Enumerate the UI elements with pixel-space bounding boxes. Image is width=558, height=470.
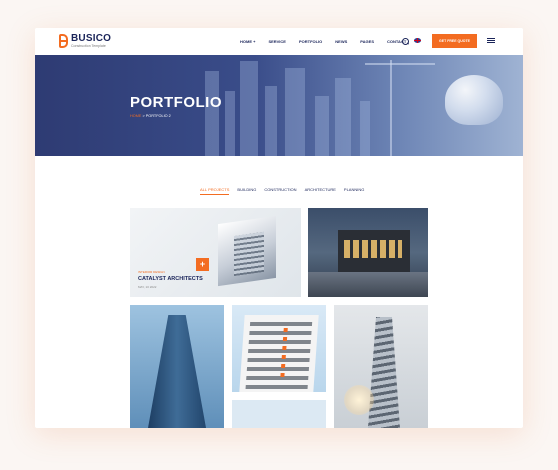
filter-tab-building[interactable]: BUILDING (237, 187, 256, 195)
logo-b-icon (59, 34, 68, 48)
portfolio-item-modern-house[interactable] (308, 208, 428, 297)
banner-crane (390, 60, 392, 156)
breadcrumb-separator: > (142, 114, 145, 118)
search-icon[interactable] (402, 38, 409, 45)
nav-item-service[interactable]: SERVICE (268, 39, 286, 44)
banner-skyline-building (285, 68, 305, 156)
page-banner: PORTFOLIO HOME > PORTFOLIO 2 (35, 55, 523, 156)
page-card: BUSICO Construction Template HOME + SERV… (35, 28, 523, 428)
portfolio-item-white-building[interactable] (232, 305, 326, 392)
filter-tab-architecture[interactable]: ARCHITECTURE (305, 187, 336, 195)
logo-tagline: Construction Template (71, 44, 106, 48)
portfolio-item-glass-tower[interactable] (130, 305, 224, 428)
nav-item-home[interactable]: HOME + (240, 39, 255, 44)
banner-helmet-image (445, 75, 503, 125)
plus-icon[interactable]: + (196, 258, 209, 271)
banner-skyline-building (335, 78, 351, 156)
nav-item-portfolio[interactable]: PORTFOLIO (299, 39, 322, 44)
house-image (338, 230, 410, 272)
tower-image (148, 315, 206, 428)
filter-tab-construction[interactable]: CONSTRUCTION (264, 187, 296, 195)
portfolio-item-twisted-tower[interactable] (334, 305, 428, 428)
logo-name: BUSICO (71, 33, 112, 44)
filter-tab-planning[interactable]: PLANNING (344, 187, 364, 195)
tower-image (368, 317, 400, 428)
main-nav: HOME + SERVICE PORTFOLIO NEWS PAGES CONT… (240, 39, 419, 44)
breadcrumb-home-link[interactable]: HOME (130, 114, 141, 118)
portfolio-item-featured[interactable]: + INTERIOR DESIGN CATALYST ARCHITECTS MA… (130, 208, 301, 297)
banner-skyline-building (315, 96, 329, 156)
project-date: MAY, 10 2022 (138, 285, 157, 289)
project-category: INTERIOR DESIGN (138, 270, 165, 274)
portfolio-item-partial[interactable] (232, 400, 326, 428)
site-header: BUSICO Construction Template HOME + SERV… (35, 28, 523, 55)
banner-skyline-building (240, 61, 258, 156)
uk-flag-icon[interactable] (414, 38, 421, 43)
banner-skyline-building (205, 71, 219, 156)
hamburger-menu-icon[interactable] (487, 38, 495, 43)
building-image (239, 315, 319, 392)
breadcrumb: HOME > PORTFOLIO 2 (130, 114, 171, 118)
filter-tab-all-projects[interactable]: ALL PROJECTS (200, 187, 230, 195)
get-free-quote-button[interactable]: GET FREE QUOTE (432, 34, 477, 48)
project-title[interactable]: CATALYST ARCHITECTS (138, 276, 203, 282)
ground-image (308, 272, 428, 297)
sun-glare-image (344, 385, 374, 415)
banner-crane (365, 63, 435, 65)
nav-item-news[interactable]: NEWS (335, 39, 347, 44)
banner-skyline-building (265, 86, 277, 156)
banner-skyline-building (225, 91, 235, 156)
portfolio-filter-tabs: ALL PROJECTS BUILDING CONSTRUCTION ARCHI… (200, 187, 372, 195)
nav-item-pages[interactable]: PAGES (360, 39, 374, 44)
page-title: PORTFOLIO (130, 94, 222, 111)
building-image-detail (234, 231, 264, 277)
banner-skyline-building (360, 101, 370, 156)
breadcrumb-current: PORTFOLIO 2 (145, 114, 171, 118)
